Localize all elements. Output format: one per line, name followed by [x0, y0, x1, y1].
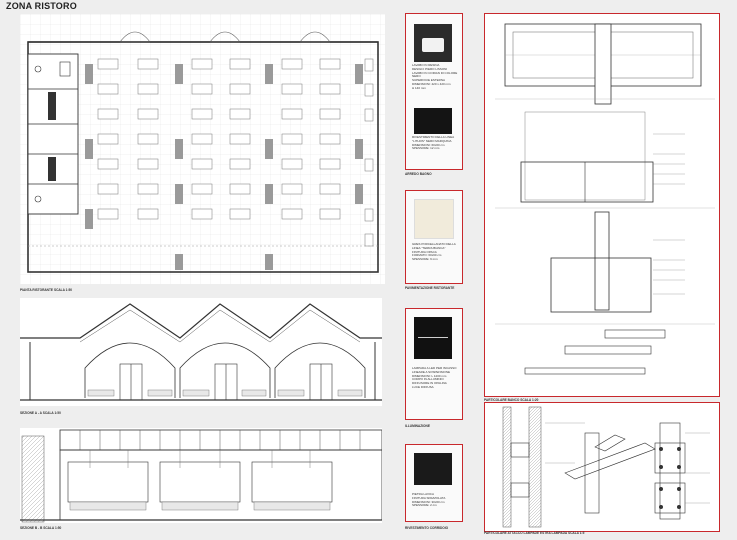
detail-bottom-title: PARTICOLARE ATTACCO LAMPADE ESTRA LAMPAD… — [484, 531, 568, 535]
floor-desc: GRES PORCELLANATO DELLA LINEA "TERRA BIA… — [412, 242, 456, 262]
restaurant-plan — [20, 14, 385, 284]
tile-swatch — [414, 108, 452, 134]
detail-counter — [484, 13, 720, 397]
stone-swatch — [414, 453, 452, 485]
lighting-desc: LAMPADA A LED PER INCASSO LINEARE A SOSP… — [412, 366, 457, 389]
section-b-drawing — [20, 428, 382, 523]
corridor-desc: PIETRA LAVICA FINITURA SPAZZOLATA DIMENS… — [412, 492, 446, 508]
detail-lamp-attachment — [484, 402, 720, 532]
lamp-swatch — [414, 317, 452, 359]
material-card-floor: GRES PORCELLANATO DELLA LINEA "TERRA BIA… — [405, 190, 463, 284]
counter-detail-drawing — [495, 23, 715, 375]
floor-swatch — [414, 199, 454, 239]
lamp-detail-drawing — [502, 406, 710, 528]
section-b-b — [20, 428, 382, 523]
bathroom-desc: LAVABO IN RESINA DESIGN: PIERO LISSONI L… — [412, 63, 458, 90]
material-card-bathroom: LAVABO IN RESINA DESIGN: PIERO LISSONI L… — [405, 13, 463, 170]
detail-bottom-label: PARTICOLARE ATTACCO LAMPADE ESTRA LAMPAD… — [484, 531, 584, 535]
lighting-category: ILLUMINAZIONE — [405, 424, 430, 428]
plan-label: PIANTA RISTORANTE SCALA 1:50 — [20, 288, 73, 292]
material-card-corridor: PIETRA LAVICA FINITURA SPAZZOLATA DIMENS… — [405, 444, 463, 522]
corridor-category: RIVESTIMENTO CORRIDOIO — [405, 526, 449, 530]
sink-swatch — [414, 24, 452, 62]
material-card-lighting: LAMPADA A LED PER INCASSO LINEARE A SOSP… — [405, 308, 463, 420]
plan-drawing — [20, 14, 385, 284]
bathroom-category: ARREDO BAGNO — [405, 172, 432, 176]
section-a-label: SEZIONE A - A SCALA 1:50 — [20, 411, 61, 415]
sheet-title: ZONA RISTORO — [6, 1, 77, 11]
detail-bottom-scale: SCALA 1:5 — [568, 531, 585, 535]
bathroom-desc-2: RIVESTIMENTO DELLA LINEA "LITHOS" NERO M… — [412, 135, 455, 151]
section-b-label: SEZIONE B - B SCALA 1:50 — [20, 526, 62, 530]
section-a-a — [20, 298, 382, 406]
section-a-drawing — [20, 298, 382, 406]
floor-category: PAVIMENTAZIONE RISTORANTE — [405, 286, 455, 290]
